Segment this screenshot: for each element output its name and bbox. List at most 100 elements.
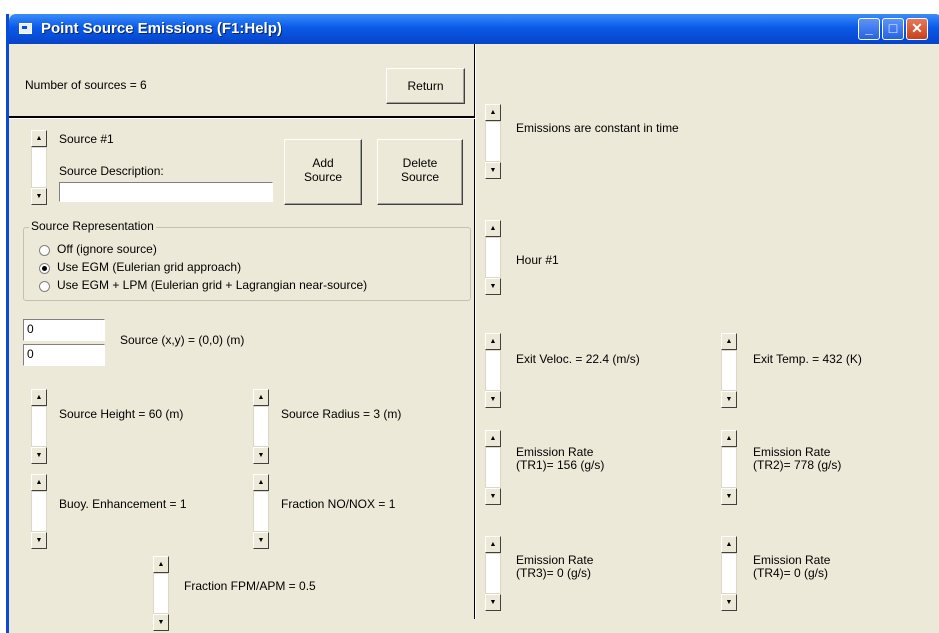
- spinner-down-icon[interactable]: ▼: [721, 488, 737, 505]
- tr1-spinner[interactable]: ▲ ▼: [485, 430, 501, 505]
- spinner-down-icon[interactable]: ▼: [485, 391, 501, 408]
- source-representation-legend: Source Representation: [29, 219, 156, 233]
- spinner-up-icon[interactable]: ▲: [153, 556, 169, 573]
- radio-use-egm-label[interactable]: Use EGM (Eulerian grid approach): [57, 260, 241, 274]
- fraction-no-nox-label: Fraction NO/NOX = 1: [281, 497, 396, 511]
- add-source-line2: Source: [303, 170, 343, 184]
- window-app-icon[interactable]: [19, 23, 32, 34]
- radius-spinner[interactable]: ▲ ▼: [253, 389, 269, 464]
- spinner-down-icon[interactable]: ▼: [721, 391, 737, 408]
- delete-source-button[interactable]: Delete Source: [377, 139, 463, 205]
- emission-rate-tr1-line2: (TR1)= 156 (g/s): [516, 458, 605, 472]
- emissions-time-spinner[interactable]: ▲ ▼: [485, 104, 501, 179]
- spinner-up-icon[interactable]: ▲: [721, 430, 737, 447]
- source-description-label: Source Description:: [59, 164, 164, 178]
- source-y-input[interactable]: 0: [23, 344, 105, 366]
- return-button[interactable]: Return: [386, 68, 465, 104]
- fpm-apm-spinner[interactable]: ▲ ▼: [153, 556, 169, 631]
- spinner-track[interactable]: [485, 350, 501, 391]
- spinner-down-icon[interactable]: ▼: [31, 188, 47, 205]
- spinner-down-icon[interactable]: ▼: [31, 532, 47, 549]
- emission-rate-tr4-label: Emission Rate (TR4)= 0 (g/s): [753, 554, 830, 580]
- close-icon: ✕: [911, 20, 923, 36]
- add-source-line1: Add: [312, 156, 334, 170]
- buoy-spinner[interactable]: ▲ ▼: [31, 474, 47, 549]
- source-number-label: Source #1: [59, 132, 114, 146]
- spinner-up-icon[interactable]: ▲: [721, 536, 737, 553]
- spinner-up-icon[interactable]: ▲: [31, 130, 47, 147]
- no-nox-spinner[interactable]: ▲ ▼: [253, 474, 269, 549]
- hour-spinner[interactable]: ▲ ▼: [485, 220, 501, 295]
- radio-use-egm-lpm-label[interactable]: Use EGM + LPM (Eulerian grid + Lagrangia…: [57, 278, 367, 292]
- buoy-enhancement-label: Buoy. Enhancement = 1: [59, 497, 187, 511]
- exit-temp-spinner[interactable]: ▲ ▼: [721, 333, 737, 408]
- close-button[interactable]: ✕: [906, 18, 928, 40]
- exit-veloc-spinner[interactable]: ▲ ▼: [485, 333, 501, 408]
- fraction-fpm-apm-label: Fraction FPM/APM = 0.5: [184, 579, 316, 593]
- point-source-emissions-window: Point Source Emissions (F1:Help) _ □ ✕ N…: [6, 14, 939, 633]
- spinner-up-icon[interactable]: ▲: [485, 104, 501, 121]
- hour-label: Hour #1: [516, 253, 559, 267]
- maximize-button[interactable]: □: [882, 18, 904, 40]
- add-source-button[interactable]: Add Source: [284, 139, 362, 205]
- tr2-spinner[interactable]: ▲ ▼: [721, 430, 737, 505]
- spinner-track[interactable]: [485, 553, 501, 594]
- spinner-down-icon[interactable]: ▼: [485, 594, 501, 611]
- tr3-spinner[interactable]: ▲ ▼: [485, 536, 501, 611]
- spinner-down-icon[interactable]: ▼: [31, 447, 47, 464]
- emission-rate-tr3-label: Emission Rate (TR3)= 0 (g/s): [516, 554, 593, 580]
- spinner-up-icon[interactable]: ▲: [253, 389, 269, 406]
- spinner-track[interactable]: [721, 447, 737, 488]
- spinner-up-icon[interactable]: ▲: [485, 220, 501, 237]
- tr4-spinner[interactable]: ▲ ▼: [721, 536, 737, 611]
- spinner-down-icon[interactable]: ▼: [485, 162, 501, 179]
- spinner-track[interactable]: [721, 350, 737, 391]
- emission-rate-tr2-line2: (TR2)= 778 (g/s): [753, 458, 842, 472]
- source-description-input[interactable]: [59, 182, 273, 202]
- spinner-track[interactable]: [253, 491, 269, 532]
- spinner-up-icon[interactable]: ▲: [253, 474, 269, 491]
- spinner-down-icon[interactable]: ▼: [485, 488, 501, 505]
- source-xy-label: Source (x,y) = (0,0) (m): [120, 333, 245, 347]
- emission-rate-tr2-label: Emission Rate (TR2)= 778 (g/s): [753, 446, 841, 472]
- spinner-track[interactable]: [485, 121, 501, 162]
- source-radius-label: Source Radius = 3 (m): [281, 407, 402, 421]
- spinner-up-icon[interactable]: ▲: [31, 389, 47, 406]
- radio-off[interactable]: [39, 245, 50, 256]
- radio-off-label[interactable]: Off (ignore source): [57, 242, 157, 256]
- exit-temperature-label: Exit Temp. = 432 (K): [753, 352, 862, 366]
- spinner-up-icon[interactable]: ▲: [31, 474, 47, 491]
- delete-source-line2: Source: [400, 170, 440, 184]
- spinner-track[interactable]: [31, 491, 47, 532]
- sources-count-label: Number of sources = 6: [25, 78, 147, 92]
- spinner-up-icon[interactable]: ▲: [485, 430, 501, 447]
- source-spinner[interactable]: ▲ ▼: [31, 130, 47, 205]
- spinner-track[interactable]: [721, 553, 737, 594]
- source-x-input[interactable]: 0: [23, 319, 105, 341]
- spinner-down-icon[interactable]: ▼: [721, 594, 737, 611]
- spinner-track[interactable]: [31, 406, 47, 447]
- emission-rate-tr1-label: Emission Rate (TR1)= 156 (g/s): [516, 446, 604, 472]
- emission-rate-tr3-line2: (TR3)= 0 (g/s): [516, 566, 592, 580]
- minimize-icon: _: [865, 20, 873, 36]
- spinner-track[interactable]: [485, 237, 501, 278]
- spinner-up-icon[interactable]: ▲: [485, 536, 501, 553]
- spinner-down-icon[interactable]: ▼: [153, 614, 169, 631]
- emission-rate-tr4-line2: (TR4)= 0 (g/s): [753, 566, 829, 580]
- spinner-up-icon[interactable]: ▲: [485, 333, 501, 350]
- minimize-button[interactable]: _: [858, 18, 880, 40]
- spinner-up-icon[interactable]: ▲: [721, 333, 737, 350]
- spinner-down-icon[interactable]: ▼: [253, 532, 269, 549]
- spinner-track[interactable]: [153, 573, 169, 614]
- spinner-down-icon[interactable]: ▼: [485, 278, 501, 295]
- maximize-icon: □: [888, 20, 898, 36]
- exit-velocity-label: Exit Veloc. = 22.4 (m/s): [516, 352, 640, 366]
- spinner-down-icon[interactable]: ▼: [253, 447, 269, 464]
- spinner-track[interactable]: [485, 447, 501, 488]
- spinner-track[interactable]: [253, 406, 269, 447]
- radio-use-egm-lpm[interactable]: [39, 281, 50, 292]
- radio-use-egm[interactable]: [39, 263, 50, 274]
- spinner-track[interactable]: [31, 147, 47, 188]
- height-spinner[interactable]: ▲ ▼: [31, 389, 47, 464]
- title-bar[interactable]: Point Source Emissions (F1:Help) _ □ ✕: [9, 14, 939, 44]
